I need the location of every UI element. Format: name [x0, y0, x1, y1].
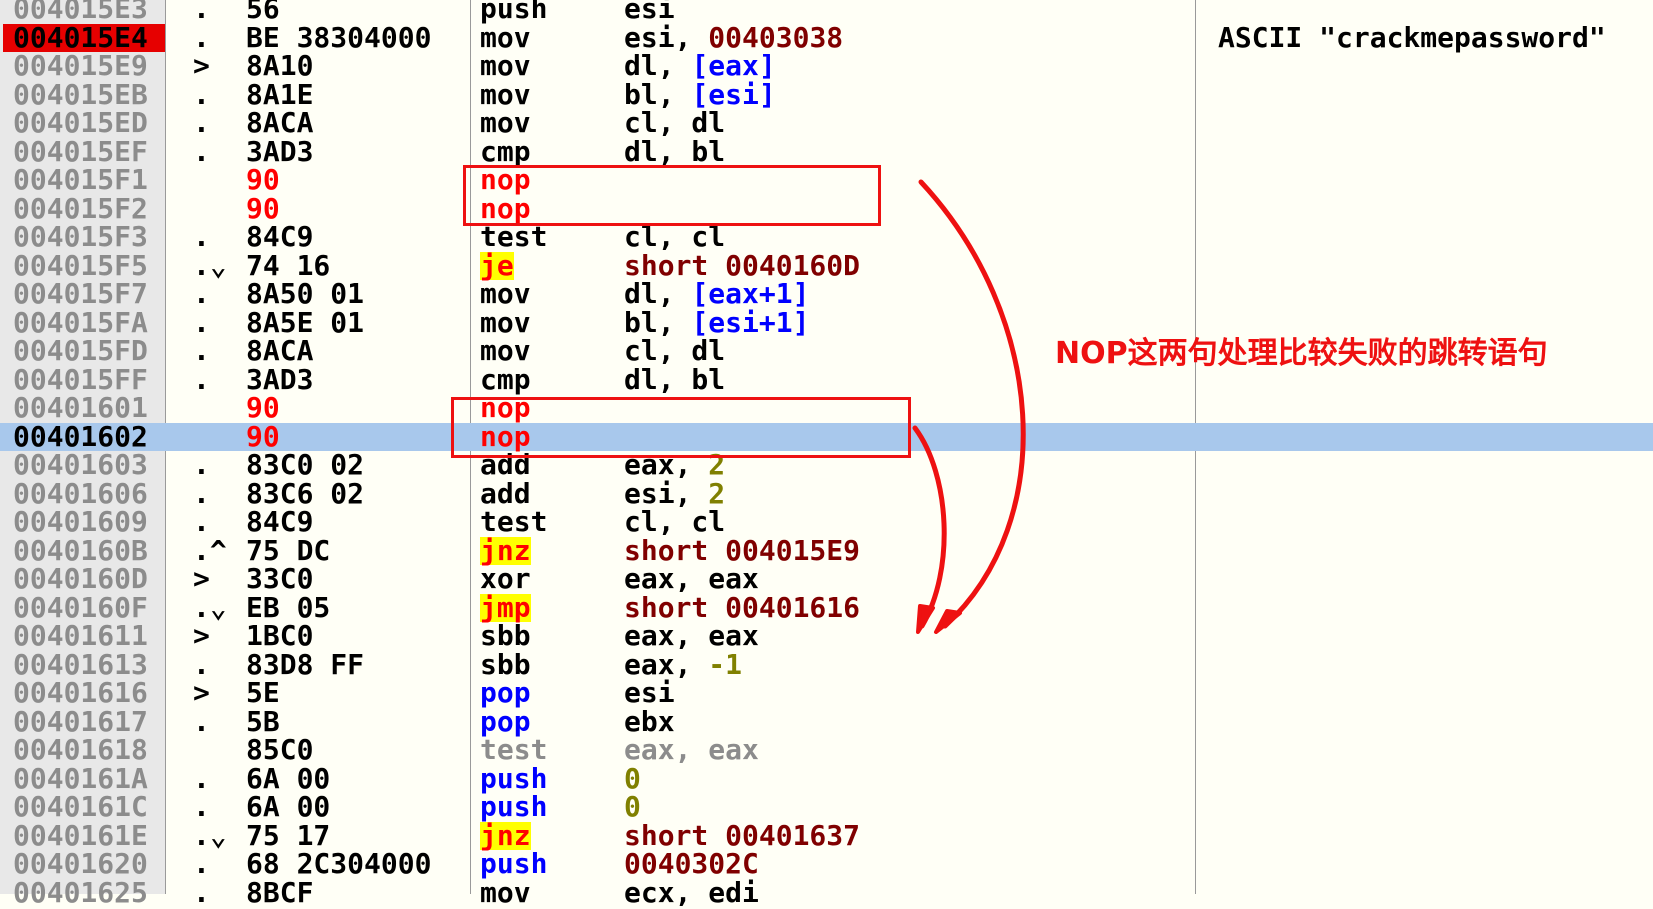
annotation-text: NOP这两句处理比较失败的跳转语句 [1055, 336, 1548, 371]
annotation-arrowhead-long [934, 609, 962, 634]
annotation-arrowhead-short [916, 604, 935, 634]
annotation-arrows [912, 179, 1026, 634]
disassembly-pane[interactable]: 004015E3. 56 push esi 004015E4. BE 38304000 mo… [0, 0, 1653, 906]
annotation-arrow-long [918, 179, 1026, 629]
annotation-arrow-short [912, 425, 947, 629]
